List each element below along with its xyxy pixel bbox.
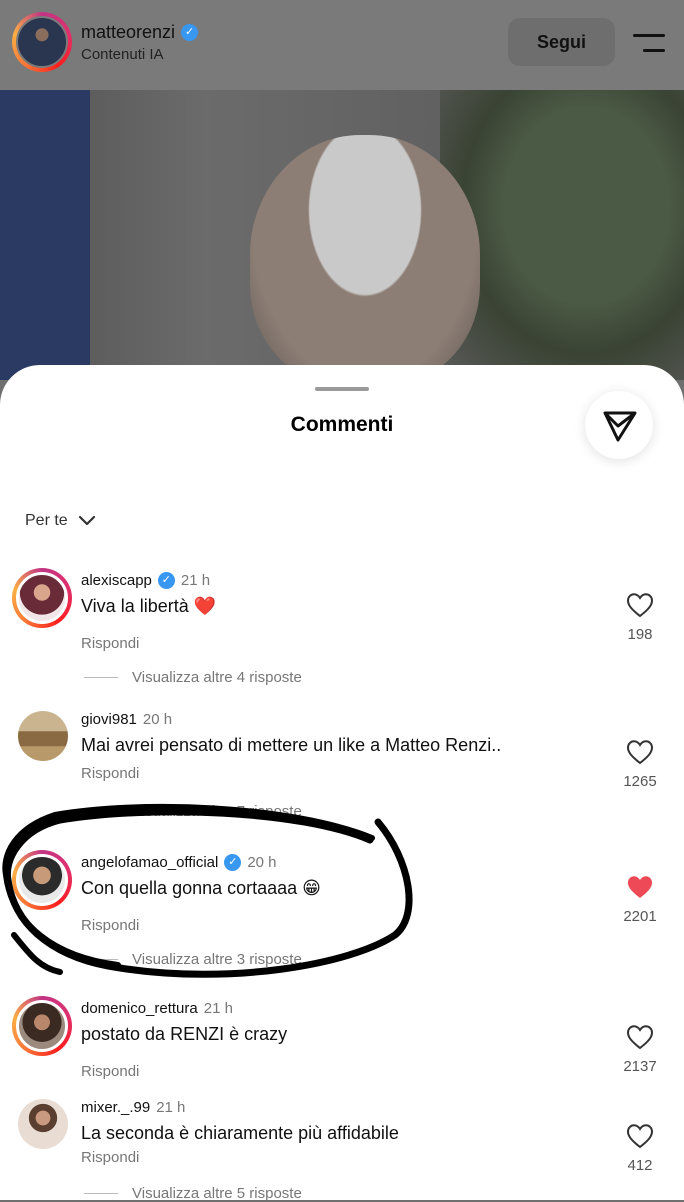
- like-count: 2201: [623, 908, 657, 925]
- follow-button[interactable]: Segui: [508, 18, 615, 66]
- verified-badge-icon: ✓: [157, 572, 175, 589]
- comment-text: Con quella gonna cortaaaa 😁: [81, 878, 321, 898]
- verified-badge-icon: ✓: [181, 24, 199, 41]
- like-button[interactable]: 2137: [618, 1024, 662, 1075]
- sheet-title: Commenti: [290, 413, 394, 436]
- commenter-username[interactable]: angelofamao_official: [81, 854, 218, 871]
- heart-icon: [626, 1124, 654, 1149]
- chevron-down-icon: [78, 515, 95, 526]
- person-image: [250, 135, 480, 380]
- send-button[interactable]: [585, 391, 653, 459]
- reply-button[interactable]: Rispondi: [81, 765, 139, 782]
- flag-background: [0, 90, 90, 380]
- comment-time: 21 h: [156, 1099, 186, 1116]
- reply-button[interactable]: Rispondi: [81, 635, 139, 652]
- replies-divider: [84, 811, 118, 812]
- hamburger-menu-icon[interactable]: [633, 34, 665, 54]
- comment-text: Viva la libertà ❤️: [81, 596, 217, 616]
- commenter-username[interactable]: giovi981: [81, 711, 137, 728]
- like-count: 2137: [623, 1058, 657, 1075]
- view-more-replies-label: Visualizza altre 3 risposte: [132, 951, 302, 968]
- commenter-avatar[interactable]: [18, 711, 68, 761]
- comment-filter[interactable]: Per te: [25, 512, 96, 530]
- view-more-replies[interactable]: Visualizza altre 7 risposte: [84, 803, 302, 820]
- comment-header: mixer._.99 21 h: [81, 1099, 185, 1116]
- view-more-replies-label: Visualizza altre 4 risposte: [132, 669, 302, 686]
- comment-text: La seconda è chiaramente più affidabile: [81, 1123, 399, 1143]
- replies-divider: [84, 1193, 118, 1194]
- filter-label: Per te: [25, 512, 68, 529]
- comment-time: 20 h: [247, 854, 277, 871]
- heart-filled-icon: [628, 876, 652, 898]
- commenter-username[interactable]: domenico_rettura: [81, 1000, 198, 1017]
- reply-button[interactable]: Rispondi: [81, 1149, 139, 1166]
- comment-header: alexiscapp ✓ 21 h: [81, 572, 210, 589]
- like-button[interactable]: 2201: [618, 874, 662, 925]
- comment-text: Mai avrei pensato di mettere un like a M…: [81, 735, 502, 755]
- header-subtitle: Contenuti IA: [81, 46, 164, 63]
- reply-button[interactable]: Rispondi: [81, 917, 139, 934]
- send-icon: [603, 411, 637, 442]
- comment-header: angelofamao_official ✓ 20 h: [81, 854, 277, 871]
- commenter-avatar[interactable]: [12, 568, 72, 628]
- commenter-username[interactable]: mixer._.99: [81, 1099, 150, 1116]
- post-header: matteorenzi ✓ Contenuti IA Segui: [0, 0, 684, 90]
- like-count: 412: [627, 1157, 653, 1174]
- header-username-row[interactable]: matteorenzi ✓: [81, 22, 199, 43]
- like-button[interactable]: 198: [618, 592, 662, 643]
- view-more-replies[interactable]: Visualizza altre 3 risposte: [84, 951, 302, 968]
- comment-header: giovi981 20 h: [81, 711, 172, 728]
- reply-button[interactable]: Rispondi: [81, 1063, 139, 1080]
- comment-time: 21 h: [203, 1000, 233, 1017]
- like-count: 198: [627, 626, 653, 643]
- comment-time: 20 h: [142, 711, 173, 728]
- commenter-avatar[interactable]: [12, 996, 72, 1056]
- verified-badge-icon: ✓: [224, 854, 242, 871]
- video-frame[interactable]: [0, 90, 684, 380]
- header-username[interactable]: matteorenzi: [81, 22, 175, 43]
- comment-header: domenico_rettura 21 h: [81, 1000, 233, 1017]
- view-more-replies-label: Visualizza altre 7 risposte: [132, 803, 302, 820]
- view-more-replies-label: Visualizza altre 5 risposte: [132, 1185, 302, 1202]
- heart-icon: [626, 740, 654, 765]
- comment-time: 21 h: [180, 572, 211, 589]
- replies-divider: [84, 959, 118, 960]
- like-button[interactable]: 412: [618, 1123, 662, 1174]
- heart-icon: [626, 593, 654, 618]
- view-more-replies[interactable]: Visualizza altre 5 risposte: [84, 1185, 302, 1202]
- view-more-replies[interactable]: Visualizza altre 4 risposte: [84, 669, 302, 686]
- profile-avatar[interactable]: [12, 12, 72, 72]
- commenter-avatar[interactable]: [18, 1099, 68, 1149]
- like-button[interactable]: 1265: [618, 739, 662, 790]
- comment-text: postato da RENZI è crazy: [81, 1024, 288, 1044]
- heart-icon: [626, 1025, 654, 1050]
- sheet-drag-handle[interactable]: [315, 387, 369, 391]
- replies-divider: [84, 677, 118, 678]
- like-count: 1265: [623, 773, 657, 790]
- commenter-avatar[interactable]: [12, 850, 72, 910]
- commenter-username[interactable]: alexiscapp: [81, 572, 152, 589]
